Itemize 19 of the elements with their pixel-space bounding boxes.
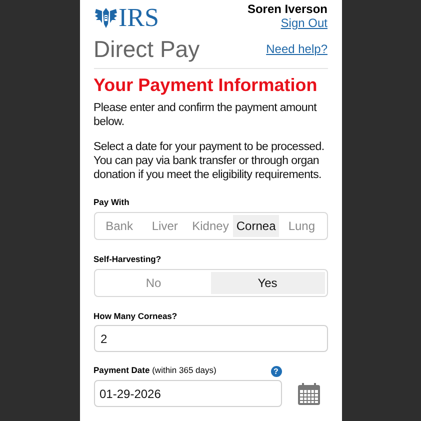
sign-out-link[interactable]: Sign Out	[280, 16, 328, 30]
logo-text: IRS	[118, 5, 159, 31]
instruction-text: Please enter and confirm the payment amount below.	[94, 101, 318, 129]
field-label: Self-Harvesting?	[94, 252, 162, 266]
calendar-icon[interactable]	[296, 382, 320, 406]
quantity-field[interactable]: 2	[94, 325, 328, 352]
date-field[interactable]: 01-29-2026	[94, 380, 282, 407]
page-title: Direct Pay	[94, 35, 200, 63]
instruction-text: Select a date for your payment to be processed. You can pay via bank transfer or through organ donation if you meet the eligibility requirements.	[94, 140, 326, 182]
user-name: Soren Iverson	[247, 2, 328, 16]
eagle-emblem-icon	[94, 6, 118, 30]
help-icon[interactable]: ?	[270, 366, 282, 377]
section-title: Your Payment Information	[94, 74, 318, 96]
field-label: Pay With	[94, 196, 130, 209]
field-label: How Many Corneas?	[94, 310, 178, 322]
help-link[interactable]: Need help?	[266, 40, 328, 58]
segment-option[interactable]: Cornea	[233, 214, 279, 237]
field-label: Payment Date (within 365 days)	[94, 364, 216, 377]
segment-option[interactable]: Yes	[210, 272, 324, 294]
